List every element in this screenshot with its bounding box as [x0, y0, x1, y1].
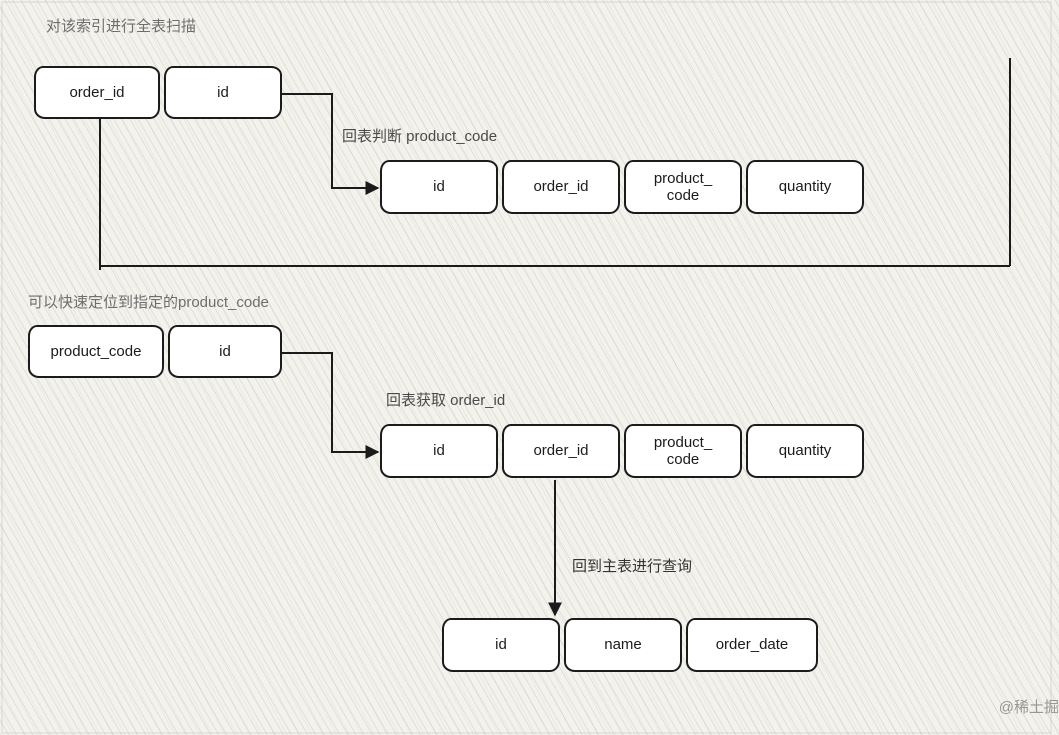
diagram-canvas: 对该索引进行全表扫描 order_id id 回表判断 product_code… [0, 0, 1059, 735]
s2-index-cell-id: id [168, 325, 282, 378]
s2-row-cell-quantity: quantity [746, 424, 864, 478]
s1-row-cell-product-code: product_ code [624, 160, 742, 214]
s2-final-label: 回到主表进行查询 [572, 558, 692, 576]
s1-index-cell-order-id: order_id [34, 66, 160, 119]
s2-row-cell-product-code: product_ code [624, 424, 742, 478]
s2-row-cell-order-id: order_id [502, 424, 620, 478]
section1-title: 对该索引进行全表扫描 [46, 18, 196, 36]
s1-index-cell-id: id [164, 66, 282, 119]
main-row-cell-id: id [442, 618, 560, 672]
s1-row-cell-order-id: order_id [502, 160, 620, 214]
s2-index-cell-product-code: product_code [28, 325, 164, 378]
s1-lookup-label: 回表判断 product_code [342, 128, 497, 146]
watermark: @稀土掘 [999, 696, 1059, 717]
s1-row-cell-id: id [380, 160, 498, 214]
s2-row-cell-id: id [380, 424, 498, 478]
section2-title: 可以快速定位到指定的product_code [28, 294, 269, 312]
s1-row-cell-quantity: quantity [746, 160, 864, 214]
main-row-cell-order-date: order_date [686, 618, 818, 672]
main-row-cell-name: name [564, 618, 682, 672]
s2-lookup-label: 回表获取 order_id [386, 392, 505, 410]
